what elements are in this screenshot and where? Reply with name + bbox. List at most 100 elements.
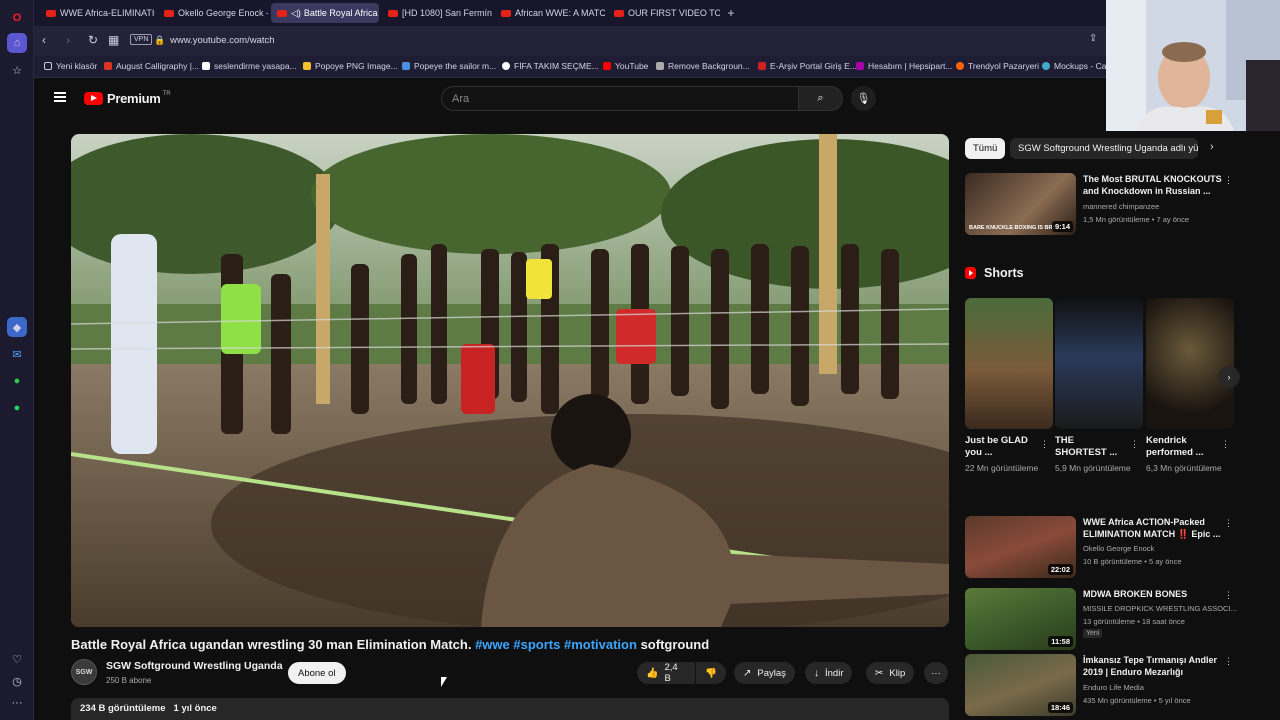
youtube-logo[interactable]: Premium TR [84,91,171,106]
more-icon[interactable]: ⋮ [1224,656,1233,667]
youtube-favicon-icon [614,9,624,17]
more-actions-button[interactable]: ··· [924,662,948,684]
short-thumbnail[interactable] [1146,298,1234,429]
bookmark-item[interactable]: FİFA TAKIM SEÇME... [502,61,599,71]
vpn-badge[interactable]: VPN [130,34,153,45]
search-button[interactable]: ⌕ [799,86,843,111]
hashtag-link[interactable]: #sports [513,637,560,652]
more-icon[interactable]: ⋮ [1224,518,1233,529]
youtube-favicon-icon [277,9,287,17]
new-tab-button[interactable]: + [724,3,738,23]
lock-icon[interactable]: 🔒 [154,35,165,46]
tab[interactable]: OUR FIRST VIDEO TO GO [608,3,720,23]
favicon-icon [1042,62,1050,70]
shorts-next-button[interactable]: › [1218,366,1240,388]
chip-channel[interactable]: SGW Softground Wrestling Uganda adlı yük [1010,138,1198,159]
dislike-button[interactable]: 👎 [696,662,726,684]
video-player[interactable] [71,134,949,627]
bookmark-item[interactable]: YouTube [603,61,648,71]
channel-avatar[interactable]: SGW [71,659,97,685]
bookmarks-bar: Yeni klasör August Calligraphy |... sesl… [34,56,1280,78]
spotify-icon[interactable]: ● [7,398,27,418]
more-icon[interactable]: ··· [7,693,27,713]
more-icon[interactable]: ⋮ [1221,439,1230,450]
back-icon[interactable]: ‹ [42,33,46,47]
like-button[interactable]: 👍 2,4 B [637,662,695,684]
hashtag-link[interactable]: #motivation [564,637,637,652]
bookmark-item[interactable]: August Calligraphy |... [104,61,199,71]
messenger-icon[interactable]: ✉ [7,344,27,364]
favicon-icon [956,62,964,70]
bookmark-item[interactable]: Popoye PNG Image... [303,61,398,71]
video-thumbnail[interactable]: 18:46 [965,654,1076,716]
more-icon[interactable]: ⋮ [1130,439,1139,450]
voice-search-button[interactable]: 🎙 [851,86,876,111]
youtube-favicon-icon [46,9,56,17]
youtube-favicon-icon [501,9,511,17]
whatsapp-icon[interactable]: ● [7,371,27,391]
new-badge: Yeni [1083,629,1103,638]
short-item[interactable]: Just be GLAD you ... 22 Mn görüntüleme ⋮ [965,298,1053,474]
short-item[interactable]: THE SHORTEST ... 5,9 Mn görüntüleme ⋮ [1055,298,1143,474]
favicon-icon [104,62,112,70]
scissors-icon: ✂ [875,667,884,679]
chip-all[interactable]: Tümü [965,138,1006,159]
bookmark-item[interactable]: Mockups - Ca [1042,61,1106,71]
bookmark-item[interactable]: Popeye the sailor m... [402,61,496,71]
share-button[interactable]: ↗ Paylaş [734,662,795,684]
bookmark-item[interactable]: Trendyol Pazaryeri [956,61,1039,71]
menu-icon[interactable] [54,92,66,102]
bookmark-item[interactable]: seslendirme yasapa... [202,61,297,71]
google-icon [502,62,510,70]
channel-name[interactable]: SGW Softground Wrestling Uganda [106,660,283,672]
search-input[interactable]: Ara [441,86,799,111]
mouse-cursor-icon [441,677,447,687]
video-thumbnail[interactable]: 11:58 [965,588,1076,650]
share-page-icon[interactable]: ⇪ [1089,33,1097,44]
favicon-icon [402,62,410,70]
clip-button[interactable]: ✂ Klip [866,662,915,684]
video-thumbnail[interactable]: BARE KNUCKLE BOXING IS BRU 9:14 [965,173,1076,235]
star-icon[interactable]: ☆ [7,60,27,80]
bookmark-item[interactable]: Hesabım | Hepsipart... [856,61,952,71]
browser-sidebar: O ⌂ ☆ ◆ ✉ ● ● ♡ ◷ ··· [0,0,34,720]
subscribe-button[interactable]: Abone ol [288,662,346,684]
history-icon[interactable]: ◷ [7,671,27,691]
favicon-icon [303,62,311,70]
tab[interactable]: [HD 1080] San Fermín 20 [382,3,492,23]
short-thumbnail[interactable] [965,298,1053,429]
forward-icon[interactable]: › [66,33,70,47]
app-icon[interactable]: ◆ [7,317,27,337]
more-icon[interactable]: ⋮ [1040,439,1049,450]
bookmark-item[interactable]: Remove Backgroun... [656,61,750,71]
tab[interactable]: African WWE: A MATCH T [495,3,605,23]
grid-icon[interactable]: ▦ [108,33,119,47]
bookmark-item[interactable]: E-Arşiv Portal Giriş E... [758,61,857,71]
heart-icon[interactable]: ♡ [7,649,27,669]
shorts-header: Shorts [965,266,1024,280]
short-thumbnail[interactable] [1055,298,1143,429]
chevron-right-icon: › [1227,372,1231,382]
more-icon[interactable]: ⋮ [1224,590,1233,601]
search-icon: ⌕ [817,92,824,104]
hashtag-link[interactable]: #wwe [475,637,510,652]
opera-logo-icon[interactable]: O [7,8,27,28]
download-button[interactable]: ↓ İndir [805,662,853,684]
youtube-favicon-icon [388,9,398,17]
folder-icon [44,62,52,70]
description-box[interactable]: 234 B görüntüleme 1 yıl önce [71,698,949,720]
more-icon[interactable]: ⋮ [1224,175,1233,186]
home-icon[interactable]: ⌂ [7,33,27,53]
youtube-page: Premium TR Ara ⌕ 🎙 Battle Royal Africa u… [34,78,1280,720]
subscriber-count: 250 B abone [106,676,152,685]
url-field[interactable]: www.youtube.com/watch [170,35,275,46]
short-item[interactable]: Kendrick performed ... 6,3 Mn görüntülem… [1146,298,1234,474]
tab-active[interactable]: ◁)Battle Royal Africa ug [271,3,379,23]
bookmark-item[interactable]: Yeni klasör [44,61,97,71]
tab[interactable]: Okello George Enock - Yo [158,3,268,23]
video-thumbnail[interactable]: 22:02 [965,516,1076,578]
webcam-image [1106,0,1280,131]
tab[interactable]: WWE Africa-ELIMINATION [40,3,155,23]
reload-icon[interactable]: ↻ [88,33,98,47]
chevron-right-icon[interactable]: › [1210,141,1214,153]
